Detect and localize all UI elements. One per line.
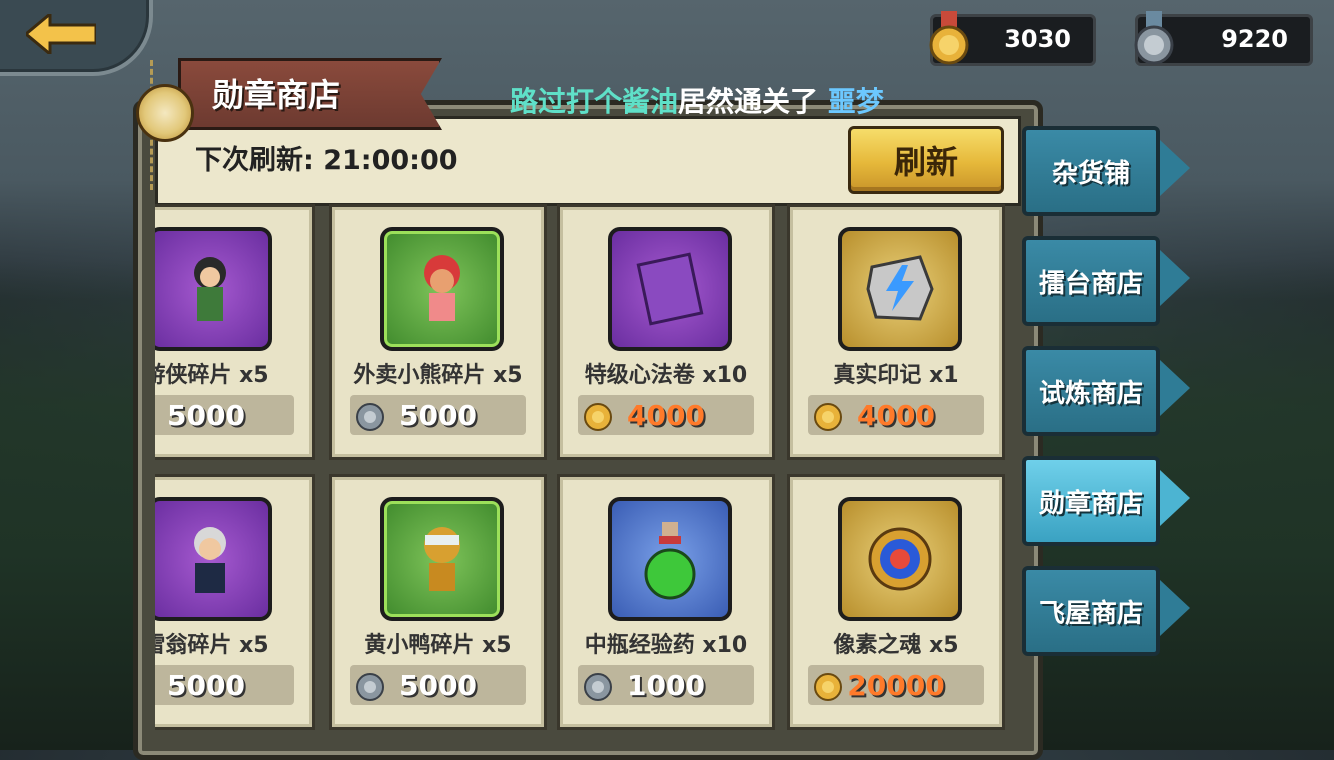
gold-medal-counter: 3030: [929, 11, 1096, 66]
item-name: 中瓶经验药 x10: [584, 633, 748, 658]
marquee-text: 居然通关了: [678, 85, 819, 118]
price-bar: 5000: [155, 395, 294, 435]
price-bar: 20000: [808, 665, 984, 705]
item-price: 20000: [847, 669, 945, 702]
item-price: 5000: [399, 399, 477, 432]
item-price: 4000: [627, 399, 705, 432]
yellow-duck-icon: [380, 497, 504, 621]
item-name: 真实印记 x1: [833, 363, 959, 388]
gold-medal-value: 3030: [1004, 25, 1071, 53]
item-price: 5000: [167, 669, 245, 702]
shop-item[interactable]: 雷翁碎片 x5 5000: [155, 474, 315, 730]
price-bar: 4000: [808, 395, 984, 435]
gold-medal-icon: [929, 11, 969, 65]
item-price: 1000: [627, 669, 705, 702]
tab-general-store[interactable]: 杂货铺: [1022, 126, 1190, 216]
price-bar: 1000: [578, 665, 754, 705]
news-marquee: 路过打个酱油居然通关了 噩梦: [510, 80, 920, 120]
item-grid: 游侠碎片 x5 5000 外卖小熊碎片 x5 5000 特级心法卷 x10 40…: [155, 200, 1015, 730]
item-name: 特级心法卷 x10: [584, 363, 748, 388]
exp-potion-icon: [608, 497, 732, 621]
shop-item[interactable]: 真实印记 x1 4000: [787, 204, 1005, 460]
shop-item[interactable]: 中瓶经验药 x10 1000: [557, 474, 775, 730]
scroll-icon: [608, 227, 732, 351]
page-title: 勋章商店: [212, 76, 341, 114]
marquee-stage: 噩梦: [827, 85, 884, 118]
item-price: 4000: [857, 399, 935, 432]
price-bar: 5000: [350, 665, 526, 705]
pixel-soul-icon: [838, 497, 962, 621]
ranger-portrait-icon: [155, 227, 272, 351]
old-man-portrait-icon: [155, 497, 272, 621]
price-bar: 5000: [155, 665, 294, 705]
price-bar: 4000: [578, 395, 754, 435]
tab-trial-shop[interactable]: 试炼商店: [1022, 346, 1190, 436]
shop-item[interactable]: 外卖小熊碎片 x5 5000: [329, 204, 547, 460]
item-price: 5000: [399, 669, 477, 702]
silver-medal-value: 9220: [1221, 25, 1288, 53]
item-name: 黄小鸭碎片 x5: [364, 633, 512, 658]
back-arrow-icon: [26, 14, 96, 54]
delivery-bear-icon: [380, 227, 504, 351]
shop-item[interactable]: 黄小鸭碎片 x5 5000: [329, 474, 547, 730]
refresh-countdown: 下次刷新: 21:00:00: [195, 145, 458, 176]
lightning-stone-icon: [838, 227, 962, 351]
silver-medal-counter: 9220: [1134, 11, 1313, 66]
tab-flying-house-shop[interactable]: 飞屋商店: [1022, 566, 1190, 656]
silver-medal-icon: [1134, 11, 1174, 65]
tab-medal-shop[interactable]: 勋章商店: [1022, 456, 1190, 546]
item-name: 游侠碎片 x5: [155, 363, 269, 388]
item-name: 外卖小熊碎片 x5: [353, 363, 523, 388]
item-name: 雷翁碎片 x5: [155, 633, 269, 658]
shop-item[interactable]: 像素之魂 x5 20000: [787, 474, 1005, 730]
compass-icon: [136, 84, 194, 142]
shop-item[interactable]: 游侠碎片 x5 5000: [155, 204, 315, 460]
tab-arena-shop[interactable]: 擂台商店: [1022, 236, 1190, 326]
item-name: 像素之魂 x5: [833, 633, 959, 658]
price-bar: 5000: [350, 395, 526, 435]
refresh-button[interactable]: 刷新: [848, 126, 1004, 194]
marquee-player: 路过打个酱油: [510, 85, 679, 118]
item-price: 5000: [167, 399, 245, 432]
shop-item[interactable]: 特级心法卷 x10 4000: [557, 204, 775, 460]
